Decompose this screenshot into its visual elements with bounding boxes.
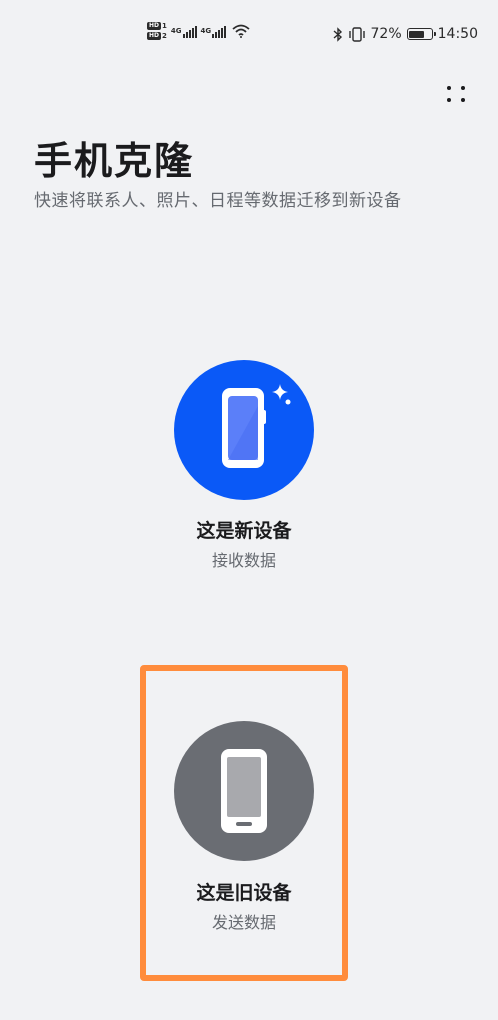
status-left: HD 1 HD 2 4G 4G xyxy=(147,22,250,40)
hd1-badge: HD xyxy=(147,22,162,30)
sim2-signal: 4G xyxy=(201,24,227,38)
hd2-indicator: HD 2 xyxy=(147,32,167,40)
old-device-circle xyxy=(174,721,314,861)
new-device-subtitle: 接收数据 xyxy=(211,551,276,570)
signal-icon xyxy=(182,24,197,38)
old-phone-icon xyxy=(221,749,267,833)
new-device-circle xyxy=(174,360,314,500)
new-phone-icon xyxy=(222,384,291,468)
hd1-number: 1 xyxy=(162,22,167,30)
battery-icon xyxy=(406,28,436,40)
hd2-badge: HD xyxy=(147,32,162,40)
hd-indicators: HD 1 HD 2 xyxy=(147,22,167,40)
bluetooth-icon xyxy=(333,26,342,42)
new-device-option[interactable]: 这是新设备 接收数据 xyxy=(140,340,348,600)
battery-fill xyxy=(409,30,425,38)
wifi-icon xyxy=(232,24,250,38)
battery-percent: 72% xyxy=(370,26,402,42)
old-device-option[interactable]: 这是旧设备 发送数据 xyxy=(140,665,348,981)
sim1-network-type: 4G xyxy=(170,27,182,35)
status-time: 14:50 xyxy=(437,26,478,42)
hd1-indicator: HD 1 xyxy=(147,22,167,30)
more-icon[interactable] xyxy=(440,80,472,108)
hd2-number: 2 xyxy=(162,32,167,40)
old-device-title: 这是旧设备 xyxy=(196,882,292,904)
new-device-title: 这是新设备 xyxy=(196,520,292,542)
status-right: 72% 14:50 xyxy=(333,26,478,42)
page-subtitle: 快速将联系人、照片、日程等数据迁移到新设备 xyxy=(34,191,402,211)
status-bar: HD 1 HD 2 4G 4G 72% 14:50 xyxy=(0,0,498,70)
signal-icon xyxy=(212,24,227,38)
old-device-subtitle: 发送数据 xyxy=(211,913,276,932)
vibrate-icon xyxy=(348,26,365,42)
sim1-signal: 4G xyxy=(171,24,197,38)
sim2-network-type: 4G xyxy=(200,27,212,35)
page-title: 手机克隆 xyxy=(34,139,195,183)
